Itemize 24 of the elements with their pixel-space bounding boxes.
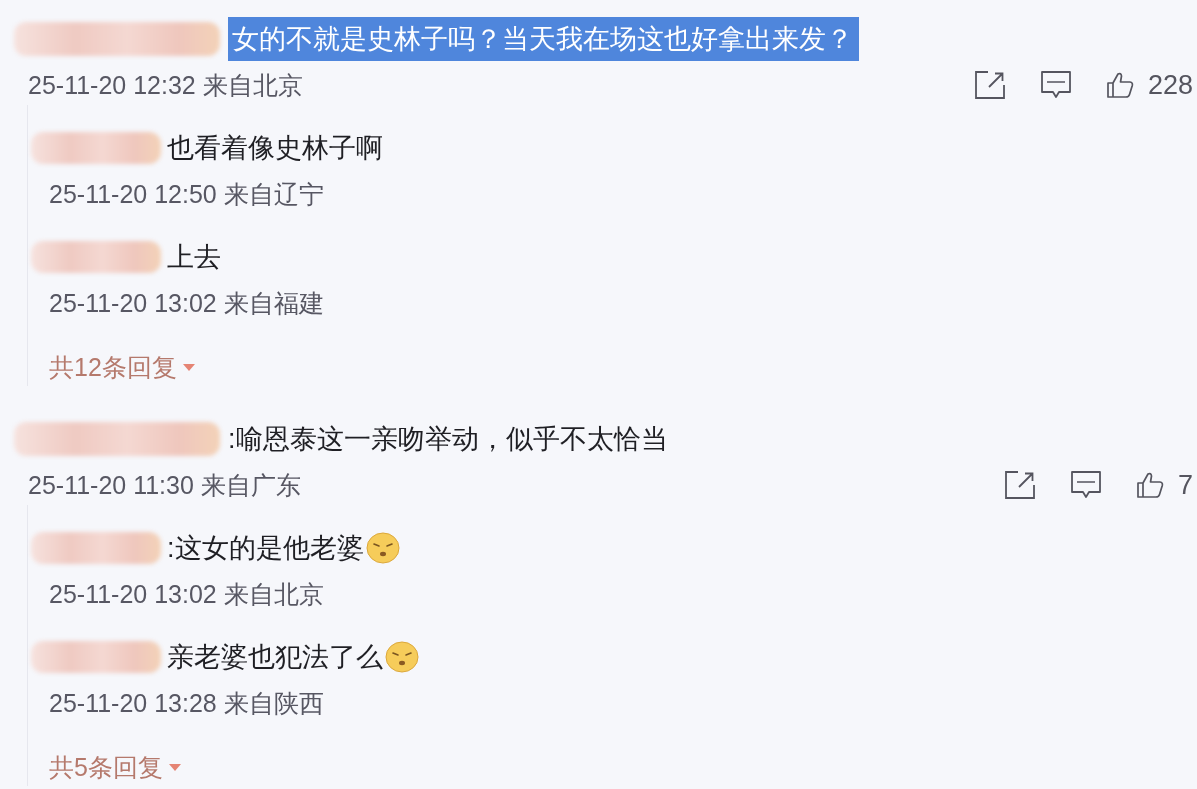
reply-meta: 25-11-20 13:02 来自北京	[49, 579, 324, 610]
comment-icon[interactable]	[1069, 470, 1102, 500]
share-icon[interactable]	[973, 70, 1006, 100]
more-replies-link[interactable]: 共12条回复	[49, 348, 195, 386]
reply-meta: 25-11-20 13:02 来自福建	[49, 288, 324, 319]
reply-text: 上去	[167, 241, 221, 274]
comment-meta: 25-11-20 11:30 来自广东	[27, 470, 301, 501]
reply-text: 也看着像史林子啊	[167, 132, 383, 165]
reply-meta: 25-11-20 13:28 来自陕西	[49, 688, 324, 719]
caret-icon	[182, 363, 195, 371]
comment-icon[interactable]	[1039, 70, 1072, 100]
caret-icon	[168, 763, 181, 771]
thumbs-up-icon[interactable]	[1105, 71, 1134, 99]
more-replies-link[interactable]: 共5条回复	[49, 748, 181, 786]
reply-text: 亲老婆也犯法了么	[167, 641, 383, 674]
like-count: 7	[1177, 469, 1193, 502]
reply-meta: 25-11-20 12:50 来自辽宁	[49, 179, 324, 210]
like-count: 228	[1147, 69, 1193, 102]
share-icon[interactable]	[1003, 470, 1036, 500]
thumbs-up-icon[interactable]	[1135, 471, 1164, 499]
reply-text: :这女的是他老婆	[167, 532, 364, 565]
comment-meta: 25-11-20 12:32 来自北京	[27, 70, 303, 101]
comment-text: :喻恩泰这一亲吻举动，似乎不太恰当	[228, 423, 668, 456]
comment-text: 女的不就是史林子吗？当天我在场这也好拿出来发？	[228, 17, 859, 61]
